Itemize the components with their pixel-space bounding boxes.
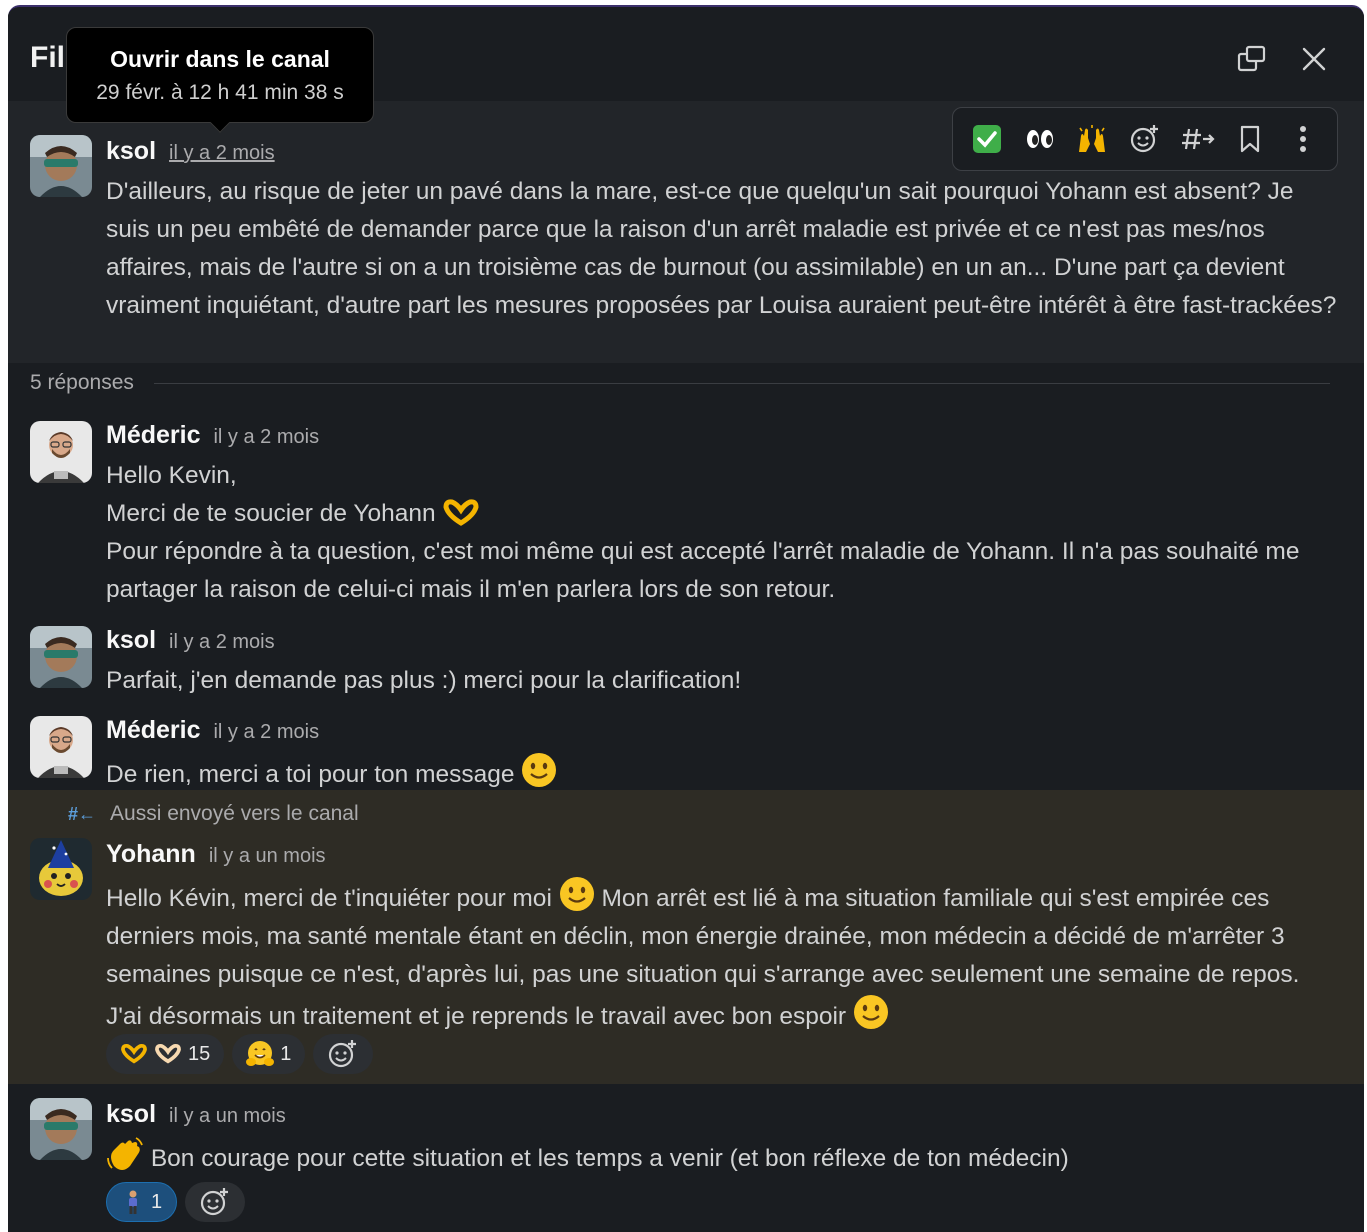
message-line: Merci de te soucier de Yohann: [106, 500, 436, 527]
thread-panel: Fil Ouvrir dans le canal 29 févr. à 12 h…: [8, 5, 1364, 1232]
thread-reply[interactable]: Méderic il y a 2 mois De rien, merci a t…: [8, 704, 1364, 790]
reaction-count: 15: [188, 1042, 211, 1065]
message-text-part: Hello Kévin, merci de t'inquiéter pour m…: [106, 885, 552, 912]
avatar-ksol-image: [30, 135, 92, 197]
author-name[interactable]: Méderic: [106, 716, 200, 745]
add-emoji-icon: [201, 1188, 229, 1216]
reactions-bar: 1: [106, 1182, 246, 1222]
avatar[interactable]: [30, 1098, 92, 1160]
person-standing-emoji-icon: [129, 1190, 137, 1214]
reaction-count: 1: [151, 1190, 163, 1213]
message-text: D'ailleurs, au risque de jeter un pavé d…: [106, 178, 1337, 319]
add-reaction-button[interactable]: [1123, 117, 1167, 161]
thread-reply-highlighted[interactable]: #← Aussi envoyé vers le canal Yohann il …: [8, 790, 1364, 1084]
more-actions-button[interactable]: [1281, 117, 1325, 161]
message-time[interactable]: il y a un mois: [169, 1105, 286, 1128]
message-time[interactable]: il y a 2 mois: [213, 426, 319, 449]
message-text: Bon courage pour cette situation et les …: [106, 1136, 1340, 1178]
message-line: De rien, merci a toi pour ton message: [106, 761, 515, 788]
eyes-icon: [1026, 130, 1053, 148]
reaction-person-standing[interactable]: 1: [106, 1182, 178, 1222]
heart-hands-emoji-icon: [121, 1043, 147, 1064]
author-name[interactable]: ksol: [106, 137, 156, 166]
react-eyes-button[interactable]: [1018, 117, 1062, 161]
message-text: Hello Kévin, merci de t'inquiéter pour m…: [106, 876, 1340, 1036]
author-name[interactable]: Yohann: [106, 840, 196, 869]
window-icon: [1237, 45, 1266, 72]
author-name[interactable]: ksol: [106, 626, 156, 655]
heart-hands-emoji-icon: [155, 1043, 181, 1064]
reactions-bar: 15 1: [106, 1034, 374, 1074]
author-name[interactable]: Méderic: [106, 421, 200, 450]
avatar[interactable]: [30, 135, 92, 197]
slightly-smiling-face-emoji-icon: [559, 877, 594, 911]
message-header: ksol il y a 2 mois: [106, 137, 275, 166]
hash-arrow-icon: [1181, 128, 1215, 150]
reaction-count: 1: [280, 1042, 292, 1065]
reaction-hugging-face[interactable]: 1: [232, 1034, 306, 1074]
message-text: De rien, merci a toi pour ton message: [106, 752, 1340, 794]
hugging-face-emoji-icon: [246, 1041, 275, 1066]
message-time[interactable]: il y a 2 mois: [213, 721, 319, 744]
thread-reply[interactable]: Méderic il y a 2 mois Hello Kevin, Merci…: [8, 409, 1364, 609]
close-button[interactable]: [1294, 39, 1334, 79]
check-mark-icon: [973, 125, 1002, 153]
message-header: Yohann il y a un mois: [106, 840, 326, 869]
tooltip-title: Ouvrir dans le canal: [110, 46, 330, 72]
avatar-mederic-image: [30, 716, 92, 778]
timestamp-tooltip: Ouvrir dans le canal 29 févr. à 12 h 41 …: [66, 27, 374, 133]
avatar[interactable]: [30, 626, 92, 688]
save-message-button[interactable]: [1228, 117, 1272, 161]
react-raised-hands-button[interactable]: [1070, 117, 1114, 161]
message-time[interactable]: il y a un mois: [209, 845, 326, 868]
message-text: Parfait, j'en demande pas plus :) merci …: [106, 667, 742, 694]
avatar-ksol-image: [30, 1098, 92, 1160]
more-vertical-icon: [1299, 126, 1306, 152]
message-text: Hello Kevin, Merci de te soucier de Yoha…: [106, 457, 1340, 609]
avatar-ksol-image: [30, 626, 92, 688]
message-header: ksol il y a 2 mois: [106, 626, 275, 655]
open-in-window-button[interactable]: [1232, 39, 1272, 79]
message-time[interactable]: il y a 2 mois: [169, 631, 275, 654]
heart-hands-emoji-icon: [443, 499, 479, 526]
avatar-yohann-image: [30, 838, 92, 900]
bookmark-icon: [1240, 125, 1260, 153]
message-line: Pour répondre à ta question, c'est moi m…: [106, 538, 1300, 603]
also-sent-label: Aussi envoyé vers le canal: [110, 802, 359, 825]
message-time[interactable]: il y a 2 mois: [169, 142, 275, 165]
message-line: Bon courage pour cette situation et les …: [150, 1145, 1069, 1172]
also-sent-to-channel[interactable]: #← Aussi envoyé vers le canal: [68, 802, 359, 826]
waving-hand-emoji-icon: [107, 1137, 143, 1170]
thread-reply[interactable]: ksol il y a 2 mois Parfait, j'en demande…: [8, 614, 1364, 698]
thread-reply[interactable]: ksol il y a un mois Bon courage pour cet…: [8, 1084, 1364, 1232]
avatar[interactable]: [30, 838, 92, 900]
thread-title: Fil: [30, 41, 65, 74]
slightly-smiling-face-emoji-icon: [853, 995, 888, 1029]
hash-back-icon: #←: [68, 803, 97, 824]
message-actions-toolbar: [952, 107, 1338, 171]
message-header: Méderic il y a 2 mois: [106, 421, 319, 450]
add-reaction-button[interactable]: [185, 1182, 246, 1222]
avatar[interactable]: [30, 716, 92, 778]
share-to-channel-button[interactable]: [1176, 117, 1220, 161]
replies-count: 5 réponses: [30, 371, 134, 394]
raised-hands-icon: [1079, 125, 1106, 152]
author-name[interactable]: ksol: [106, 1100, 156, 1129]
close-icon: [1302, 47, 1326, 71]
add-emoji-icon: [1130, 125, 1158, 153]
react-check-button[interactable]: [965, 117, 1009, 161]
message-line: Hello Kevin,: [106, 462, 237, 489]
avatar[interactable]: [30, 421, 92, 483]
divider-line: [153, 382, 1330, 384]
message-line-with-emoji: Merci de te soucier de Yohann: [106, 495, 1340, 533]
reaction-heart-hands[interactable]: 15: [106, 1034, 225, 1074]
tooltip-time: 29 févr. à 12 h 41 min 38 s: [96, 81, 344, 104]
slightly-smiling-face-emoji-icon: [522, 753, 557, 787]
message-header: Méderic il y a 2 mois: [106, 716, 319, 745]
message-header: ksol il y a un mois: [106, 1100, 286, 1129]
avatar-mederic-image: [30, 421, 92, 483]
replies-divider: 5 réponses: [30, 371, 1330, 395]
add-emoji-icon: [329, 1040, 357, 1068]
add-reaction-button[interactable]: [313, 1034, 374, 1074]
